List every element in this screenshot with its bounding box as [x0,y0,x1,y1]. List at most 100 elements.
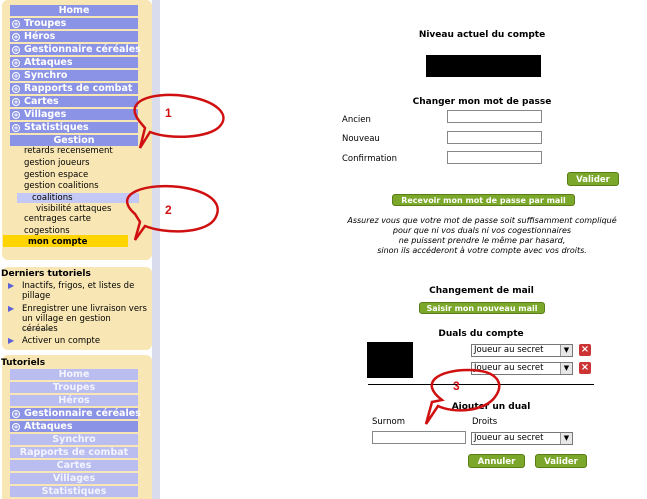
gestion-subitem-2[interactable]: gestion espace [24,170,88,180]
tutorial-nav-item-label: Home [58,369,90,380]
tutorial-nav-item-label: Synchro [52,434,96,445]
nav-item-7[interactable]: + Cartes [10,96,138,107]
expand-icon: + [12,98,20,106]
dual-rights-select-1[interactable]: Joueur au secret ▼ [471,344,573,357]
tutorial-nav-item-6[interactable]: Rapports de combat [10,447,138,458]
validate-password-button[interactable]: Valider [567,172,619,186]
add-dual-title: Ajouter un dual [451,402,531,412]
nav-item-label: Gestion [53,135,95,146]
gestion-subitem-6[interactable]: centrages carte [24,214,91,224]
tutorial-nav-item-label: Rapports de combat [19,447,129,458]
validate-dual-button[interactable]: Valider [535,454,587,468]
nav-item-label: Statistiques [24,122,89,133]
nav-item-label: Cartes [24,96,59,107]
redacted-block [367,342,413,378]
nav-item-1[interactable]: + Troupes [10,18,138,29]
arrow-right-icon: ▶ [8,336,15,345]
old-password-input[interactable] [447,110,542,123]
password-by-mail-button[interactable]: Recevoir mon mot de passe par mail [392,194,575,206]
expand-icon: + [12,72,20,80]
cancel-dual-button[interactable]: Annuler [468,454,525,468]
new-password-input[interactable] [447,131,542,144]
tutorial-nav-item-5[interactable]: Synchro [10,434,138,445]
add-dual-rights-select[interactable]: Joueur au secret ▼ [471,432,573,445]
expand-icon: + [12,423,20,431]
arrow-right-icon: ▶ [8,281,15,290]
sidebar-divider [152,0,160,499]
annotation-label-2: 2 [165,203,172,217]
gestion-subitem-8[interactable]: mon compte [28,237,87,247]
nav-item-8[interactable]: + Villages [10,109,138,120]
chevron-down-icon: ▼ [560,433,572,444]
rights-label: Droits [472,417,498,427]
arrow-right-icon: ▶ [8,304,15,313]
expand-icon: + [12,46,20,54]
chevron-down-icon: ▼ [560,363,572,374]
tutorial-link-1[interactable]: Inactifs, frigos, et listes de pillage [22,281,148,301]
tutorial-nav-item-7[interactable]: Cartes [10,460,138,471]
old-password-label: Ancien [342,115,371,125]
expand-icon: + [12,33,20,41]
tutorial-nav-item-label: Statistiques [41,486,107,497]
nav-item-2[interactable]: + Héros [10,31,138,42]
nav-item-4[interactable]: + Attaques [10,57,138,68]
surname-input[interactable] [372,431,466,444]
nav-item-6[interactable]: + Rapports de combat [10,83,138,94]
gestion-subitem-4[interactable]: coalitions [32,193,73,203]
annotation-label-1: 1 [165,106,172,120]
expand-icon: + [12,124,20,132]
tutorial-nav-item-label: Troupes [52,382,96,393]
nav-item-label: Troupes [24,18,67,29]
tutorial-nav-item-9[interactable]: Statistiques [10,486,138,497]
expand-icon: + [12,59,20,67]
nav-item-0[interactable]: Home [10,5,138,16]
dual-rights-select-2[interactable]: Joueur au secret ▼ [471,362,573,375]
new-password-label: Nouveau [342,134,380,144]
account-level-title: Niveau actuel du compte [418,30,546,40]
tutorial-nav-item-4[interactable]: + Attaques [10,421,138,432]
tutorial-nav-item-label: Cartes [56,460,92,471]
gestion-subitem-7[interactable]: cogestions [24,226,70,236]
new-mail-button[interactable]: Saisir mon nouveau mail [419,302,545,314]
expand-icon: + [12,85,20,93]
nav-item-9[interactable]: + Statistiques [10,122,138,133]
duals-divider [368,384,594,385]
gestion-subitem-3[interactable]: gestion coalitions [24,181,99,191]
annotation-label-3: 3 [453,379,460,393]
gestion-subitem-0[interactable]: retards recensement [24,146,113,156]
tutorial-nav-item-1[interactable]: Troupes [10,382,138,393]
expand-icon: + [12,410,20,418]
nav-item-label: Synchro [24,70,68,81]
mail-box: Changement de mail Saisir mon nouveau ma… [415,284,548,316]
tutorial-nav-item-3[interactable]: + Gestionnaire céréales [10,408,141,419]
password-box: Changer mon mot de passe Ancien Nouveau … [340,95,624,275]
tutorial-nav-item-label: Héros [58,395,90,406]
nav-item-10[interactable]: Gestion [10,135,138,146]
password-title: Changer mon mot de passe [412,97,552,107]
nav-item-5[interactable]: + Synchro [10,70,138,81]
tutorial-nav-item-0[interactable]: Home [10,369,138,380]
tutorial-divider: ---------- [22,325,53,335]
confirm-password-input[interactable] [447,151,542,164]
expand-icon: + [12,20,20,28]
tutorial-nav-item-label: Villages [52,473,96,484]
sidebar: Home + Troupes + Héros + Gestionnaire céréales… [0,0,160,499]
delete-dual-2-icon[interactable]: × [579,362,591,374]
duals-box: Duals du compte Joueur au secret ▼ × Joue… [367,326,594,472]
gestion-subitem-5[interactable]: visibilité attaques [36,204,111,214]
tutorial-nav-item-label: Gestionnaire céréales [24,408,141,419]
tutorial-nav-item-8[interactable]: Villages [10,473,138,484]
main-content: Niveau actuel du compte Changer mon mot … [160,0,647,499]
delete-dual-1-icon[interactable]: × [579,344,591,356]
nav-item-label: Home [58,5,90,16]
account-level-box: Niveau actuel du compte [417,25,547,85]
nav-item-3[interactable]: + Gestionnaire céréales [10,44,141,55]
tutorial-nav-item-label: Attaques [24,421,73,432]
redacted-block [426,55,541,77]
nav-item-label: Héros [24,31,56,42]
confirm-password-label: Confirmation [342,154,397,164]
tutorial-link-3[interactable]: Activer un compte [22,336,148,346]
tutorial-nav-item-2[interactable]: Héros [10,395,138,406]
password-notice: Assurez vous que votre mot de passe soit… [347,216,617,255]
gestion-subitem-1[interactable]: gestion joueurs [24,158,90,168]
